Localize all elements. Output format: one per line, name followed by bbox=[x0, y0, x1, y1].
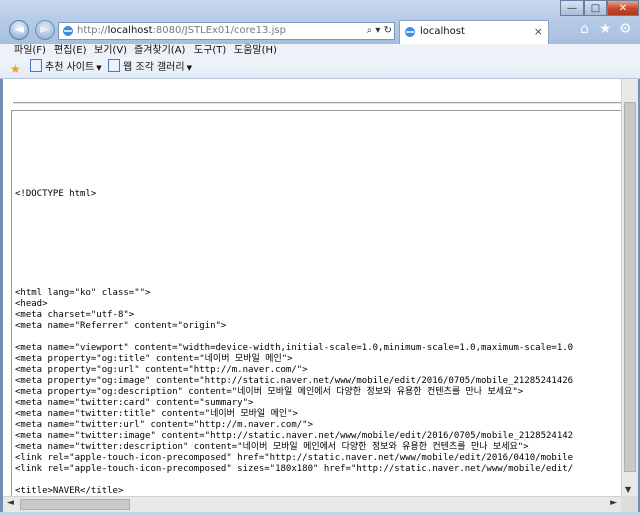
source-line: <meta name="twitter:image" content="http… bbox=[15, 431, 574, 441]
maximize-button[interactable]: □ bbox=[584, 0, 607, 16]
dropdown-icon[interactable]: ▾ bbox=[375, 25, 380, 36]
refresh-icon[interactable]: ↻ bbox=[384, 25, 392, 36]
browser-window: ◄ ► http://localhost:8080/JSTLEx01/core1… bbox=[0, 0, 640, 515]
chevron-down-icon: ▼ bbox=[96, 64, 102, 72]
scroll-right-icon[interactable]: ► bbox=[610, 498, 617, 508]
vertical-scroll-thumb[interactable] bbox=[624, 102, 636, 472]
source-line: <link rel="apple-touch-icon-precomposed"… bbox=[15, 453, 574, 463]
title-bar: ◄ ► http://localhost:8080/JSTLEx01/core1… bbox=[0, 0, 640, 44]
forward-arrow-icon: ► bbox=[40, 22, 50, 37]
back-button[interactable]: ◄ bbox=[9, 20, 29, 40]
menu-edit[interactable]: 편집(E) bbox=[54, 44, 87, 58]
source-line: <meta property="og:image" content="http:… bbox=[15, 376, 574, 386]
tab-page-icon bbox=[405, 27, 415, 37]
page-icon bbox=[30, 59, 42, 72]
source-line: <meta name="twitter:card" content="summa… bbox=[15, 398, 254, 408]
source-line: <meta name="twitter:description" content… bbox=[15, 442, 529, 452]
page-icon bbox=[63, 26, 73, 36]
url-prefix: http:// bbox=[77, 25, 108, 36]
source-line bbox=[15, 277, 573, 288]
url-path: :8080/JSTLEx01/core13.jsp bbox=[152, 25, 286, 36]
horizontal-scrollbar[interactable]: ◄ ► bbox=[3, 496, 621, 512]
source-line bbox=[15, 332, 573, 343]
page-icon bbox=[108, 59, 120, 72]
star-icon[interactable]: ★ bbox=[599, 21, 612, 37]
source-line bbox=[15, 233, 573, 244]
scroll-down-icon[interactable]: ▼ bbox=[625, 485, 631, 494]
source-line: <meta charset="utf-8"> bbox=[15, 310, 135, 320]
source-line: <html lang="ko" class=""> bbox=[15, 288, 151, 298]
tab-localhost[interactable]: localhost × bbox=[399, 20, 549, 44]
search-icon[interactable]: ⌕ bbox=[367, 25, 373, 36]
source-line bbox=[15, 222, 573, 233]
source-line: <meta name="twitter:url" content="http:/… bbox=[15, 420, 314, 430]
source-line: <meta name="twitter:title" content="네이버 … bbox=[15, 409, 298, 419]
home-icon[interactable]: ⌂ bbox=[580, 21, 589, 37]
fav-web-slice-gallery[interactable]: 웹 조각 갤러리 ▼ bbox=[108, 58, 192, 78]
vertical-scrollbar[interactable]: ▼ bbox=[621, 79, 638, 496]
url-host: localhost bbox=[107, 25, 153, 36]
menu-file[interactable]: 파일(F) bbox=[14, 44, 46, 58]
forward-button[interactable]: ► bbox=[35, 20, 55, 40]
chevron-down-icon: ▼ bbox=[186, 64, 192, 72]
source-line bbox=[15, 266, 573, 277]
favorites-bar: ★ 추천 사이트 ▼ 웹 조각 갤러리 ▼ bbox=[0, 58, 640, 79]
page-content: <!DOCTYPE html> <html lang="ko" class="">… bbox=[3, 79, 621, 496]
favorites-star-icon[interactable]: ★ bbox=[10, 60, 21, 79]
back-arrow-icon: ◄ bbox=[14, 22, 24, 37]
menu-view[interactable]: 보기(V) bbox=[94, 44, 127, 58]
fav-suggested-sites-label: 추천 사이트 bbox=[45, 62, 95, 73]
horizontal-rule bbox=[13, 102, 621, 104]
menu-tools[interactable]: 도구(T) bbox=[194, 44, 226, 58]
close-button[interactable]: ✕ bbox=[607, 0, 639, 16]
scroll-left-icon[interactable]: ◄ bbox=[7, 498, 14, 508]
source-line: <meta property="og:url" content="http://… bbox=[15, 365, 308, 375]
source-line bbox=[15, 475, 573, 486]
source-line bbox=[15, 244, 573, 255]
source-line: <meta name="Referrer" content="origin"> bbox=[15, 321, 227, 331]
source-line: <title>NAVER</title> bbox=[15, 486, 124, 496]
source-line: <link rel="apple-touch-icon-precomposed"… bbox=[15, 464, 574, 474]
source-line: <meta property="og:title" content="네이버 모… bbox=[15, 354, 293, 364]
source-line: <!DOCTYPE html> bbox=[15, 189, 97, 199]
menu-bar: 파일(F) 편집(E) 보기(V) 즐겨찾기(A) 도구(T) 도움말(H) bbox=[0, 44, 640, 58]
source-line bbox=[15, 200, 573, 211]
source-line bbox=[15, 255, 573, 266]
scrollbar-corner bbox=[621, 496, 638, 512]
source-line: <meta name="viewport" content="width=dev… bbox=[15, 343, 574, 353]
source-code: <!DOCTYPE html> <html lang="ko" class="">… bbox=[15, 189, 573, 496]
fav-web-slice-gallery-label: 웹 조각 갤러리 bbox=[123, 62, 185, 73]
address-bar[interactable]: http://localhost:8080/JSTLEx01/core13.js… bbox=[58, 22, 395, 40]
source-line: <head> bbox=[15, 299, 48, 309]
source-line: <meta property="og:description" content=… bbox=[15, 387, 524, 397]
tab-title: localhost bbox=[420, 26, 465, 37]
menu-favorites[interactable]: 즐겨찾기(A) bbox=[134, 44, 185, 58]
tab-close-icon[interactable]: × bbox=[534, 21, 543, 43]
minimize-button[interactable]: — bbox=[560, 0, 584, 16]
source-line bbox=[15, 211, 573, 222]
gear-icon[interactable]: ⚙ bbox=[619, 21, 632, 37]
menu-help[interactable]: 도움말(H) bbox=[234, 44, 277, 58]
fav-suggested-sites[interactable]: 추천 사이트 ▼ bbox=[30, 58, 102, 78]
horizontal-scroll-thumb[interactable] bbox=[20, 499, 130, 510]
